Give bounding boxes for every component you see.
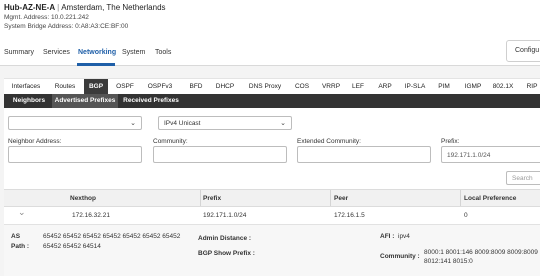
extended-community-label: Extended Community: [297,138,361,145]
mgmt-address: Mgmt. Address: 10.0.221.242 [4,14,89,21]
cell-local-preference: 0 [464,212,468,219]
tab-802-1x[interactable]: 802.1X [491,79,515,94]
main-tab-bar: Summary Services Networking System Tools [0,42,540,66]
tab-services[interactable]: Services [43,49,70,56]
community-detail-label: Community : [380,253,420,260]
community-input[interactable] [153,146,287,163]
chevron-down-icon: ⌄ [130,120,136,127]
column-divider [330,190,331,206]
as-path-label: AS Path : [11,233,30,250]
tab-networking[interactable]: Networking [78,49,116,56]
tab-ip-sla[interactable]: IP-SLA [402,79,428,94]
device-title-line: Hub-AZ-NE-A | Amsterdam, The Netherlands [4,3,166,13]
afi-label: AFI : [380,233,395,240]
tab-neighbors[interactable]: Neighbors [8,94,50,108]
tab-ospfv3[interactable]: OSPFv3 [144,79,176,94]
col-nexthop[interactable]: Nexthop [70,195,96,202]
tab-advertised-prefixes[interactable]: Advertised Prefixes [52,94,118,108]
as-path-value-line1: 65452 65452 65452 65452 65452 65452 6545… [43,233,181,240]
tab-system[interactable]: System [122,49,145,56]
prefix-input[interactable]: 192.171.1.0/24 [441,146,540,163]
tab-lef[interactable]: LEF [348,79,368,94]
tab-igmp[interactable]: IGMP [462,79,484,94]
cell-peer: 172.16.1.5 [334,212,365,219]
col-local-preference[interactable]: Local Preference [464,195,516,202]
column-divider [460,190,461,206]
prefix-label: Prefix: [441,138,460,145]
neighbor-select[interactable]: ⌄ [8,116,142,130]
bgp-show-prefix-label: BGP Show Prefix : [198,250,255,257]
tab-pim[interactable]: PIM [434,79,454,94]
extended-community-input[interactable] [297,146,431,163]
search-input[interactable]: Search [506,171,540,185]
chevron-down-icon: ⌄ [280,120,286,127]
tab-vrrp[interactable]: VRRP [320,79,342,94]
chevron-down-icon[interactable]: ⌄ [18,207,26,218]
col-peer[interactable]: Peer [334,195,348,202]
tab-arp[interactable]: ARP [375,79,395,94]
table-row[interactable]: ⌄ 172.16.32.21 192.171.1.0/24 172.16.1.5… [4,207,540,225]
tab-rip[interactable]: RIP [523,79,540,94]
title-separator: | [57,3,60,12]
cell-nexthop: 172.16.32.21 [72,212,110,219]
tab-cos[interactable]: COS [292,79,312,94]
col-prefix[interactable]: Prefix [203,195,221,202]
configure-button[interactable]: Configu [506,40,540,62]
table-header: Nexthop Prefix Peer Local Preference [4,189,540,207]
tab-tools[interactable]: Tools [155,49,171,56]
afi-safi-select[interactable]: IPv4 Unicast ⌄ [158,116,292,130]
tab-bgp[interactable]: BGP [84,79,108,94]
admin-distance-label: Admin Distance : [198,235,252,242]
neighbor-address-label: Neighbor Address: [8,138,62,145]
tab-ospf[interactable]: OSPF [113,79,137,94]
protocol-tab-bar: Interfaces Routes BGP OSPF OSPFv3 BFD DH… [4,78,540,94]
as-path-value-line2: 65452 65452 64514 [43,243,101,250]
neighbor-address-input[interactable] [8,146,142,163]
tab-routes[interactable]: Routes [52,79,78,94]
bridge-address: System Bridge Address: 0:A8:A3:CE:BF:00 [4,23,129,30]
tab-bfd[interactable]: BFD [186,79,206,94]
cell-prefix: 192.171.1.0/24 [203,212,247,219]
tab-dns-proxy[interactable]: DNS Proxy [245,79,285,94]
afi-safi-select-value: IPv4 Unicast [164,120,201,127]
community-label: Community: [153,138,188,145]
tab-received-prefixes[interactable]: Received Prefixes [120,94,182,108]
tab-dhcp[interactable]: DHCP [212,79,238,94]
tab-summary[interactable]: Summary [4,49,34,56]
bgp-sub-tab-bar: Neighbors Advertised Prefixes Received P… [4,94,540,108]
device-header: Hub-AZ-NE-A | Amsterdam, The Netherlands M… [4,3,166,31]
route-detail: AS Path : 65452 65452 65452 65452 65452 … [4,225,540,276]
afi-value: ipv4 [398,233,410,240]
tab-interfaces[interactable]: Interfaces [8,79,44,94]
device-name: Hub-AZ-NE-A [4,3,56,12]
column-divider [200,190,201,206]
device-location: Amsterdam, The Netherlands [61,3,166,12]
community-value-line2: 8012:141 8015:0 [424,258,473,265]
